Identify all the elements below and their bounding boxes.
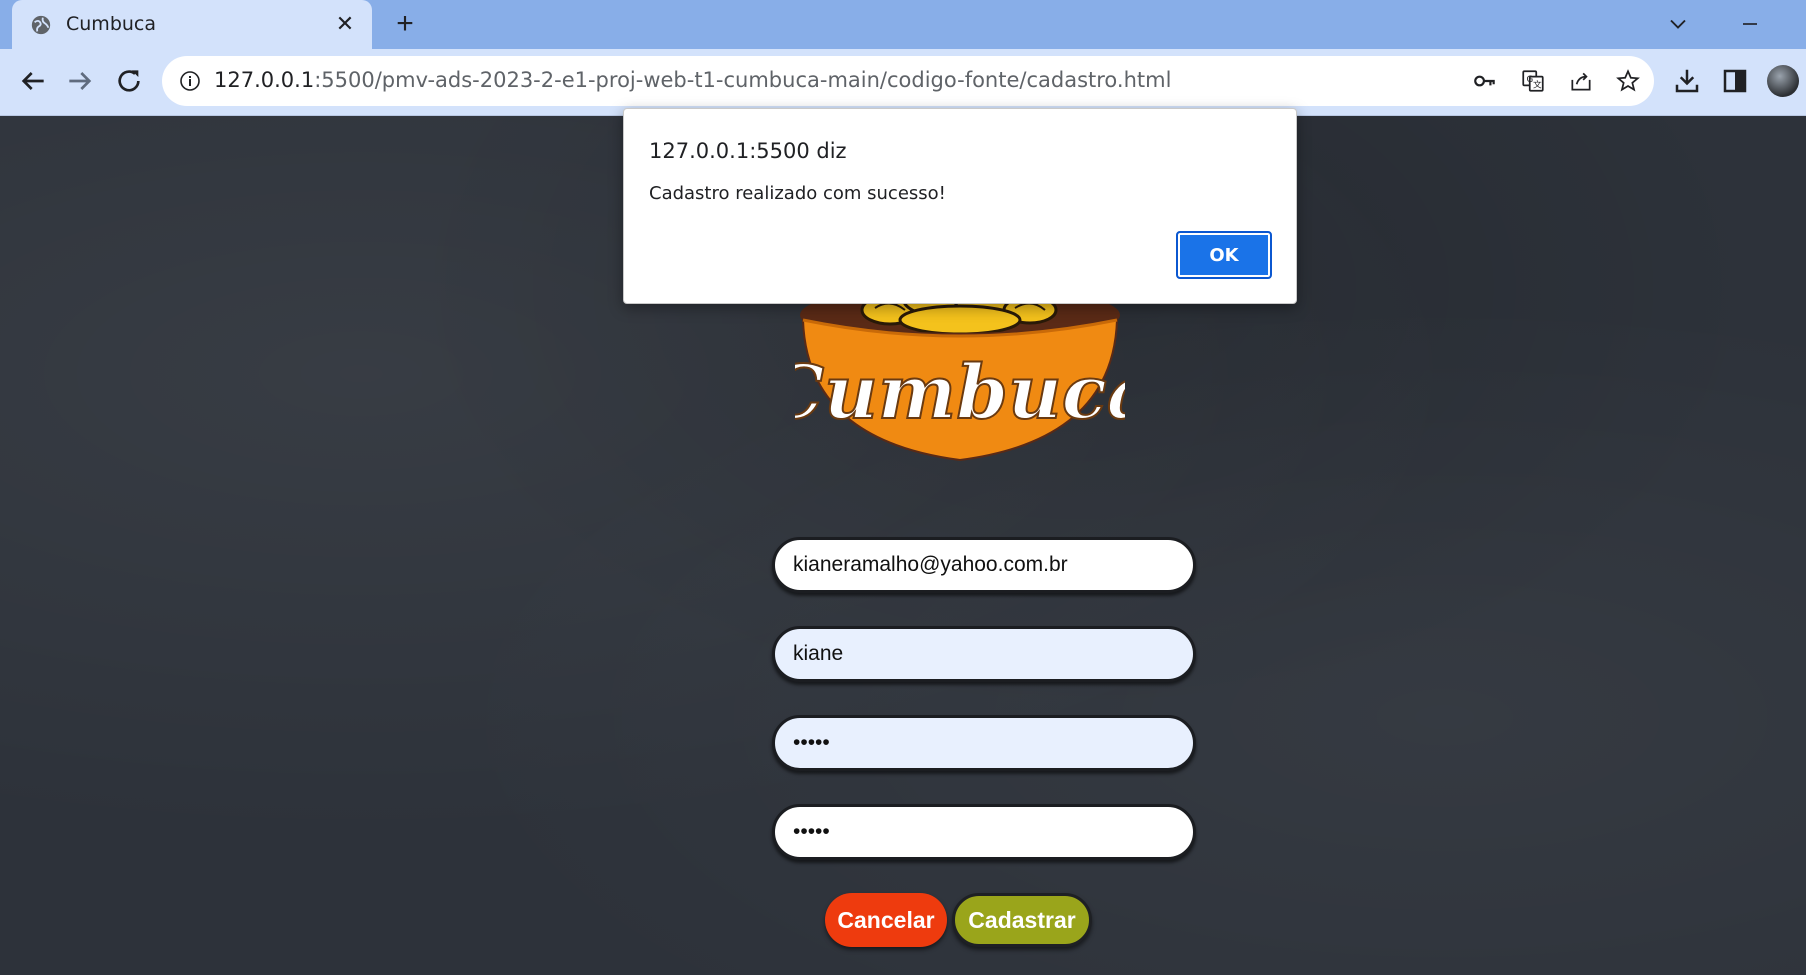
password-field[interactable] (772, 715, 1196, 771)
dialog-title: 127.0.0.1:5500 diz (649, 139, 847, 163)
logo-text: Cumbuca (795, 350, 1125, 436)
username-field[interactable] (772, 626, 1196, 682)
dialog-message: Cadastro realizado com sucesso! (649, 183, 946, 204)
profile-avatar[interactable] (1767, 65, 1799, 97)
browser-tab[interactable]: Cumbuca ✕ (12, 0, 372, 49)
ok-button[interactable]: OK (1176, 231, 1272, 279)
url-path: :5500/pmv-ads-2023-2-e1-proj-web-t1-cumb… (314, 68, 1172, 92)
email-field[interactable] (772, 537, 1196, 593)
close-tab-icon[interactable]: ✕ (332, 11, 358, 37)
back-arrow-icon[interactable] (17, 65, 49, 97)
browser-toolbar: 127.0.0.1:5500/pmv-ads-2023-2-e1-proj-we… (0, 49, 1806, 116)
bookmark-star-icon[interactable] (1615, 68, 1641, 94)
cancel-button[interactable]: Cancelar (825, 893, 947, 947)
new-tab-button[interactable]: + (390, 9, 420, 40)
reload-icon[interactable] (113, 65, 145, 97)
translate-icon[interactable]: G 文 (1520, 68, 1546, 94)
alert-dialog: 127.0.0.1:5500 diz Cadastro realizado co… (623, 108, 1297, 304)
minimize-window-icon[interactable] (1736, 10, 1764, 38)
url-text[interactable]: 127.0.0.1:5500/pmv-ads-2023-2-e1-proj-we… (214, 68, 1171, 92)
share-icon[interactable] (1568, 68, 1594, 94)
address-bar[interactable]: 127.0.0.1:5500/pmv-ads-2023-2-e1-proj-we… (162, 56, 1654, 106)
confirm-password-field[interactable] (772, 804, 1196, 860)
side-panel-icon[interactable] (1720, 66, 1750, 96)
submit-button[interactable]: Cadastrar (952, 893, 1092, 947)
key-icon[interactable] (1472, 68, 1498, 94)
forward-arrow-icon[interactable] (64, 65, 96, 97)
site-info-icon[interactable] (178, 69, 202, 93)
tab-title: Cumbuca (66, 13, 157, 35)
chevron-down-icon[interactable] (1664, 10, 1692, 38)
url-host: 127.0.0.1 (214, 68, 315, 92)
tab-strip: Cumbuca ✕ + (0, 0, 1806, 49)
globe-icon (31, 15, 51, 35)
svg-text:文: 文 (1533, 79, 1542, 91)
download-icon[interactable] (1672, 66, 1702, 96)
